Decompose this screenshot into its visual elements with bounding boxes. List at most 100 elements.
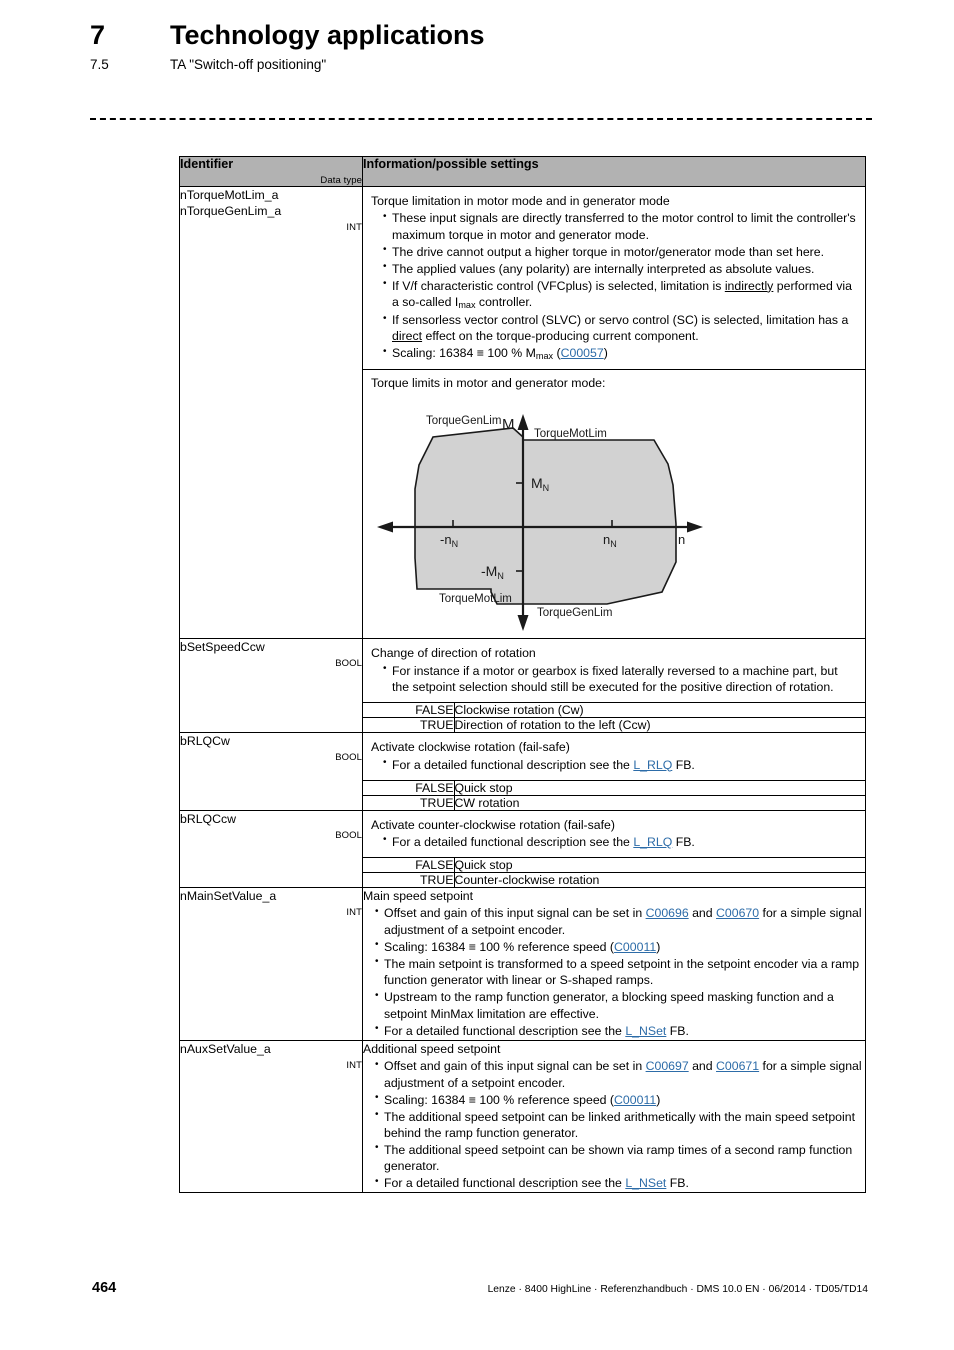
identifier-datatype: BOOL	[335, 829, 362, 841]
bullet-item: Offset and gain of this input signal can…	[375, 1058, 865, 1091]
state-false-label: FALSE	[363, 856, 455, 873]
link-c00670[interactable]: C00670	[716, 906, 759, 920]
section-heading-row: 7.5 TA "Switch-off positioning"	[90, 58, 880, 72]
bullet-item: Upstream to the ramp function generator,…	[375, 989, 865, 1022]
identifier-datatype: BOOL	[335, 752, 362, 764]
link-l-rlq[interactable]: L_RLQ	[633, 758, 672, 772]
identifier-cell-nauxsetvalue: nAuxSetValue_a INT	[179, 1039, 363, 1194]
information-cell-nmainsetvalue: Main speed setpoint Offset and gain of t…	[362, 886, 866, 1041]
header-information-label: Information/possible settings	[363, 157, 539, 171]
header-information: Information/possible settings	[362, 156, 866, 187]
information-bullet-list: For a detailed functional description se…	[371, 833, 857, 850]
header-identifier: Identifier Data type	[179, 156, 363, 187]
boolean-state-row: TRUE CW rotation	[363, 794, 865, 810]
identifier-cell-nmainsetvalue: nMainSetValue_a INT	[179, 886, 363, 1041]
diagram-label-top-left: TorqueGenLim	[426, 415, 501, 427]
link-c00057[interactable]: C00057	[561, 346, 604, 360]
bullet-item: If sensorless vector control (SLVC) or s…	[383, 312, 857, 345]
bullet-item: Scaling: 16384 ≡ 100 % reference speed (…	[375, 1091, 865, 1108]
information-cell-bsetspeedccw: Change of direction of rotation For inst…	[362, 638, 866, 734]
table-header: Identifier Data type Information/possibl…	[179, 156, 866, 187]
information-body: Activate counter-clockwise rotation (fai…	[363, 811, 865, 857]
n-axis-arrow-left	[377, 521, 393, 533]
section-number: 7.5	[90, 57, 109, 72]
footer-page-number: 464	[92, 1280, 117, 1296]
information-body: Change of direction of rotation For inst…	[363, 639, 865, 702]
bullet-item: These input signals are directly transfe…	[383, 210, 857, 243]
information-bullet-list: These input signals are directly transfe…	[371, 210, 857, 362]
emphasis-indirectly: indirectly	[724, 278, 774, 293]
state-false-description: Clockwise rotation (Cw)	[454, 702, 865, 718]
state-true-label: TRUE	[363, 717, 455, 733]
link-c00697[interactable]: C00697	[646, 1059, 689, 1073]
information-bullet-list: Offset and gain of this input signal can…	[363, 1058, 865, 1192]
link-c00011[interactable]: C00011	[614, 1093, 656, 1107]
identifier-name: bRLQCcw	[180, 811, 237, 826]
bullet-text-post: FB.	[672, 757, 695, 772]
table-row: bRLQCcw BOOL Activate counter-clockwise …	[179, 809, 866, 888]
boolean-state-row: TRUE Direction of rotation to the left (…	[363, 717, 865, 733]
information-title: Activate counter-clockwise rotation (fai…	[371, 817, 615, 832]
bullet-item: Offset and gain of this input signal can…	[375, 905, 865, 938]
subscript-max: max	[535, 351, 554, 362]
state-false-label: FALSE	[363, 702, 455, 718]
footer-document-reference: Lenze · 8400 HighLine · Referenzhandbuch…	[487, 1284, 868, 1295]
chapter-title: Technology applications	[170, 20, 485, 50]
link-l-nset[interactable]: L_NSet	[625, 1024, 666, 1038]
diagram-label-top-right: TorqueMotLim	[534, 428, 607, 440]
identifier-name: bRLQCw	[180, 734, 230, 749]
signal-specification-table: Identifier Data type Information/possibl…	[179, 156, 866, 1194]
information-cell-brlqccw: Activate counter-clockwise rotation (fai…	[362, 809, 866, 888]
link-l-rlq[interactable]: L_RLQ	[633, 835, 672, 849]
identifier-datatype: INT	[346, 222, 362, 234]
link-c00671[interactable]: C00671	[716, 1059, 759, 1073]
boolean-state-row: FALSE Clockwise rotation (Cw)	[363, 702, 865, 718]
bullet-text-post: FB.	[672, 834, 695, 849]
link-c00696[interactable]: C00696	[646, 906, 689, 920]
bullet-item: If V/f characteristic control (VFCplus) …	[383, 277, 857, 312]
m-axis-arrow-down	[517, 615, 529, 632]
bullet-item: Scaling: 16384 ≡ 100 % Mmax (C00057)	[383, 345, 857, 362]
boolean-state-row: FALSE Quick stop	[363, 856, 865, 873]
bullet-item: For a detailed functional description se…	[375, 1175, 865, 1191]
state-true-description: Counter-clockwise rotation	[454, 871, 865, 887]
identifier-cell-brlqcw: bRLQCw BOOL	[179, 732, 363, 811]
bullet-item: For a detailed functional description se…	[375, 1022, 865, 1039]
operating-envelope-polygon	[414, 427, 677, 605]
bullet-item: Scaling: 16384 ≡ 100 % reference speed (…	[375, 938, 865, 955]
bullet-item: The main setpoint is transformed to a sp…	[375, 955, 865, 989]
table-header-row: Identifier Data type Information/possibl…	[179, 156, 866, 187]
boolean-state-row: TRUE Counter-clockwise rotation	[363, 871, 865, 887]
state-false-label: FALSE	[363, 779, 455, 795]
identifier-datatype: INT	[346, 907, 362, 919]
identifier-name: nTorqueMotLim_a	[180, 188, 279, 202]
bullet-text-pre: For a detailed functional description se…	[392, 757, 634, 772]
table-row: nTorqueMotLim_a nTorqueGenLim_a INT Torq…	[179, 185, 866, 640]
state-true-label: TRUE	[363, 871, 455, 887]
boolean-states-table: FALSE Quick stop TRUE CW rotation	[363, 779, 865, 810]
header-datatype-label: Data type	[320, 175, 362, 186]
section-title: TA "Switch-off positioning"	[170, 57, 327, 72]
state-true-description: CW rotation	[454, 794, 865, 810]
link-l-nset[interactable]: L_NSet	[625, 1176, 666, 1190]
table-row: bRLQCw BOOL Activate clockwise rotation …	[179, 732, 866, 811]
state-true-description: Direction of rotation to the left (Ccw)	[454, 717, 865, 733]
state-false-description: Quick stop	[454, 779, 865, 795]
link-c00011[interactable]: C00011	[614, 940, 656, 954]
state-false-description: Quick stop	[454, 856, 865, 873]
identifier-cell-ntorquelim: nTorqueMotLim_a nTorqueGenLim_a INT	[179, 185, 363, 640]
information-title: Main speed setpoint	[363, 888, 474, 903]
header-divider	[90, 118, 872, 120]
table-row: nMainSetValue_a INT Main speed setpoint …	[179, 886, 866, 1041]
information-cell-brlqcw: Activate clockwise rotation (fail-safe) …	[362, 732, 866, 811]
emphasis-direct: direct	[392, 329, 423, 344]
information-title: Activate clockwise rotation (fail-safe)	[371, 740, 570, 755]
n-axis-arrow-right	[687, 521, 703, 533]
table-row: nAuxSetValue_a INT Additional speed setp…	[179, 1039, 866, 1194]
bullet-item: The additional speed setpoint can be lin…	[375, 1108, 865, 1142]
information-title: Torque limitation in motor mode and in g…	[371, 194, 670, 208]
table-row: bSetSpeedCcw BOOL Change of direction of…	[179, 638, 866, 734]
bullet-text-pre: For a detailed functional description se…	[392, 834, 634, 849]
bullet-item: For instance if a motor or gearbox is fi…	[383, 662, 857, 696]
identifier-name: bSetSpeedCcw	[180, 640, 265, 655]
